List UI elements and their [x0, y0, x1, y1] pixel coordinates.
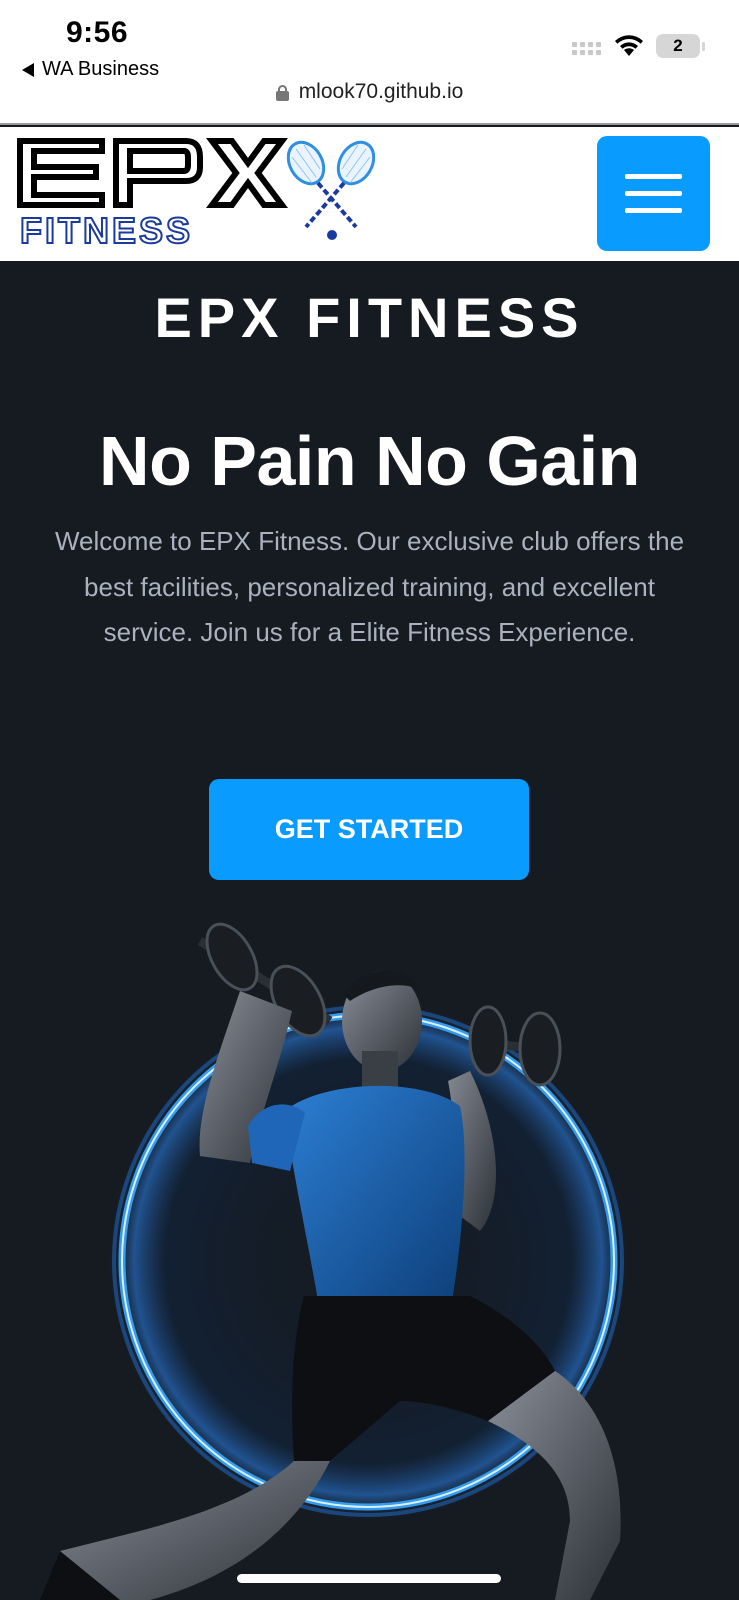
- hero-section: EPX FITNESS No Pain No Gain Welcome to E…: [0, 261, 739, 1600]
- battery-tip: [702, 42, 705, 51]
- home-indicator[interactable]: [237, 1574, 501, 1583]
- status-time: 9:56: [66, 16, 129, 49]
- hamburger-icon: [625, 174, 682, 179]
- back-app-label: WA Business: [42, 58, 160, 80]
- epx-fitness-logo[interactable]: FITNESS: [16, 135, 396, 255]
- cellular-signal-icon: [572, 42, 601, 55]
- crossed-rackets-icon: [286, 140, 376, 240]
- get-started-button[interactable]: GET STARTED: [209, 779, 529, 880]
- lock-icon: [275, 85, 289, 101]
- brand-heading: EPX FITNESS: [154, 286, 585, 349]
- hero-headline: No Pain No Gain: [99, 422, 640, 500]
- url-text: mlook70.github.io: [298, 80, 464, 103]
- wifi-icon: [615, 35, 643, 56]
- status-bar: 9:56 WA Business 2 mlook70.github.io: [0, 0, 739, 125]
- logo-subtext: FITNESS: [20, 210, 193, 251]
- back-to-app-link[interactable]: WA Business: [22, 58, 159, 81]
- site-header: FITNESS: [0, 127, 739, 261]
- back-arrow-icon: [22, 62, 34, 77]
- hamburger-menu-button[interactable]: [597, 136, 710, 251]
- battery-icon: 2: [656, 34, 700, 58]
- hero-intro-text: Welcome to EPX Fitness. Our exclusive cl…: [54, 526, 685, 647]
- address-bar[interactable]: mlook70.github.io: [0, 80, 739, 104]
- athlete-hero-image: [40, 922, 628, 1600]
